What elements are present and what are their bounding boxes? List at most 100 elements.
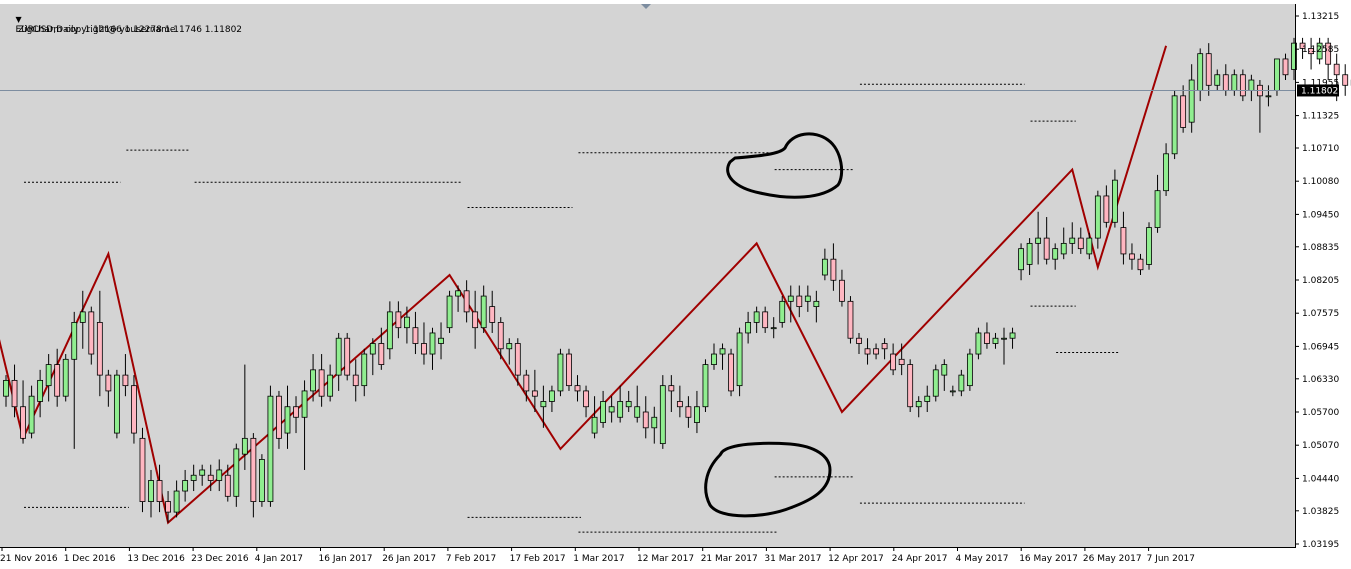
candle-body <box>446 295 453 329</box>
price-tick-label: 1.05700 <box>1302 408 1339 418</box>
candle-body <box>1239 74 1246 97</box>
candle-body <box>1265 95 1272 98</box>
time-tick-label: 21 Nov 2016 <box>0 554 58 564</box>
candle-body <box>787 295 794 302</box>
price-tick-label: 1.05070 <box>1302 441 1339 451</box>
candle-body <box>591 416 598 434</box>
candle-body <box>361 353 368 387</box>
candle-body <box>890 353 897 371</box>
candle <box>728 348 734 397</box>
plot-area[interactable] <box>0 4 1295 547</box>
candle-body <box>753 311 760 323</box>
candle-body <box>199 469 206 476</box>
candle-body <box>301 390 308 418</box>
price-tick-label: 1.07575 <box>1302 309 1339 319</box>
candlestick-chart[interactable]: 1.132151.125851.119551.113251.107101.100… <box>0 0 1351 569</box>
candle-body <box>1197 53 1204 91</box>
candle <box>139 427 146 513</box>
candle <box>131 375 137 444</box>
candle-body <box>745 322 752 334</box>
candle-body <box>1342 74 1349 86</box>
candle-body <box>122 374 129 387</box>
candle-body <box>932 369 939 397</box>
candle-body <box>131 385 137 434</box>
candle-body <box>293 406 299 418</box>
candle-body <box>472 311 479 329</box>
price-tick-label: 1.06330 <box>1302 375 1339 385</box>
candle-body <box>762 311 769 329</box>
time-tick-label: 26 May 2017 <box>1083 554 1142 564</box>
time-axis[interactable]: 21 Nov 2016 1 Dec 2016 13 Dec 2016 23 Dec 2… <box>0 547 1195 564</box>
time-tick-label: 16 May 2017 <box>1019 554 1078 564</box>
candle-body <box>839 279 845 302</box>
time-tick-label: 24 Apr 2017 <box>892 554 948 564</box>
candle-body <box>1103 195 1110 223</box>
candle-body <box>233 448 240 497</box>
candle-body <box>71 322 78 360</box>
candle-body <box>1333 63 1340 76</box>
candle-body <box>37 379 44 402</box>
candle-body <box>412 327 419 344</box>
candle-body <box>881 343 888 350</box>
time-tick-label: 23 Dec 2016 <box>191 554 249 564</box>
price-tick-label: 1.11325 <box>1302 112 1339 122</box>
candle-body <box>1205 53 1212 86</box>
candle-body <box>284 406 291 434</box>
time-tick-label: 4 May 2017 <box>956 554 1009 564</box>
candle-body <box>676 401 683 408</box>
candle <box>1171 90 1178 160</box>
candle-body <box>1086 237 1093 255</box>
candle-body <box>1231 74 1238 91</box>
candle-body <box>949 390 956 393</box>
candle <box>659 375 666 449</box>
price-tick-label: 1.13215 <box>1302 12 1339 22</box>
candle-body <box>1001 337 1007 340</box>
candle-body <box>779 300 786 323</box>
candle-body <box>88 311 95 355</box>
price-tick-label: 1.03825 <box>1302 507 1339 517</box>
candle-body <box>958 374 965 392</box>
price-tick-label: 1.06945 <box>1302 342 1339 352</box>
candle-body <box>642 411 649 429</box>
candle-body <box>96 322 103 376</box>
time-tick-label: 4 Jan 2017 <box>255 554 303 564</box>
candle-body <box>20 406 26 439</box>
time-tick-label: 7 Feb 2017 <box>446 554 496 564</box>
candle-body <box>182 480 189 492</box>
candle-body <box>549 390 555 402</box>
candle-body <box>62 358 69 397</box>
chart-menu-triangle-icon[interactable]: ▼ <box>15 15 21 24</box>
candle-body <box>1222 74 1229 91</box>
candle-body <box>455 290 461 297</box>
candle-body <box>480 295 487 329</box>
candle-body <box>310 369 316 392</box>
candle-body <box>1060 242 1067 255</box>
candle-body <box>531 390 538 397</box>
candle-body <box>1094 195 1101 239</box>
candle-body <box>873 348 879 355</box>
candle-body <box>1180 95 1187 128</box>
candle-body <box>540 401 547 408</box>
candle-body <box>165 501 171 513</box>
candle-body <box>429 332 436 355</box>
candle-body <box>148 480 154 502</box>
candle-body <box>54 364 61 397</box>
candle-body <box>574 385 581 392</box>
chart-window[interactable]: 1.13215 1.12585 1.11955 1.11325 1.10710 1.100… <box>0 0 1351 569</box>
candle-body <box>1214 74 1221 86</box>
candle-body <box>583 390 589 408</box>
candle <box>113 369 120 439</box>
candle-body <box>352 374 359 387</box>
candle-body <box>984 332 990 344</box>
candle-body <box>1052 248 1059 260</box>
candle-body <box>207 474 214 481</box>
time-tick-label: 13 Dec 2016 <box>127 554 185 564</box>
candle-body <box>1248 79 1255 91</box>
price-tick-label: 1.12585 <box>1302 45 1339 55</box>
candle-body <box>1129 253 1135 260</box>
candle-body <box>1120 227 1127 255</box>
candle-body <box>856 337 862 344</box>
candle-body <box>267 395 274 502</box>
candle <box>557 348 564 397</box>
candle-body <box>276 395 282 439</box>
